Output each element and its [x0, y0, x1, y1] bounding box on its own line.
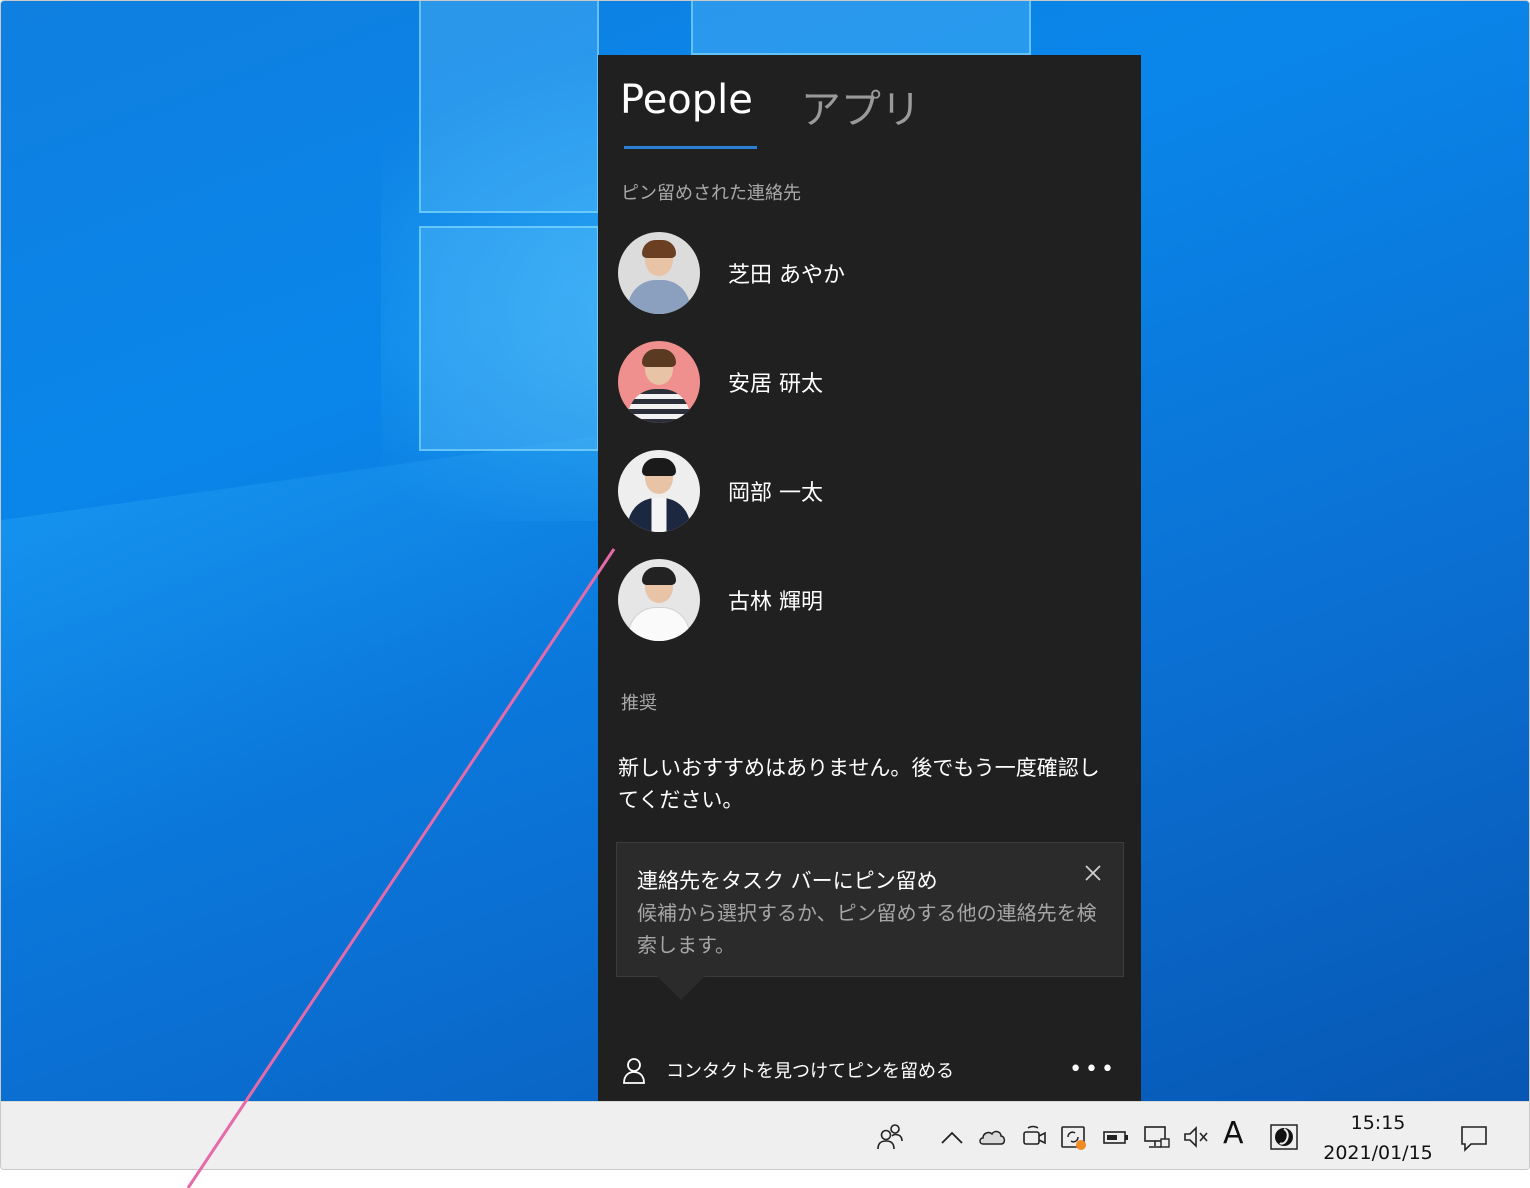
tip-body: 候補から選択するか、ピン留めする他の連絡先を検索します。: [637, 901, 1097, 957]
night-light-icon[interactable]: [1269, 1122, 1299, 1152]
tab-people[interactable]: People: [620, 77, 757, 149]
tab-apps[interactable]: アプリ: [801, 77, 921, 145]
close-icon[interactable]: [1081, 861, 1105, 885]
person-icon: [622, 1056, 646, 1084]
avatar: [618, 341, 700, 423]
recommended-heading: 推奨: [621, 693, 657, 714]
contact-item[interactable]: 安居 研太: [618, 340, 1118, 424]
contact-item[interactable]: 芝田 あやか: [618, 231, 1118, 315]
recommended-empty-message: 新しいおすすめはありません。後でもう一度確認してください。: [618, 756, 1100, 812]
avatar: [618, 232, 700, 314]
wallpaper-window-pane: [419, 1, 599, 213]
action-center-icon[interactable]: [1459, 1122, 1489, 1152]
screen: People アプリ ピン留めされた連絡先 芝田 あやか 安居 研太 岡部 一太…: [0, 0, 1530, 1170]
onedrive-cloud-icon[interactable]: [977, 1122, 1007, 1152]
contact-name: 芝田 あやか: [728, 263, 845, 288]
taskbar: A 15:15 2021/01/15: [1, 1101, 1529, 1169]
pin-contacts-teaching-tip: 連絡先をタスク バーにピン留め 候補から選択するか、ピン留めする他の連絡先を検索…: [616, 842, 1124, 1000]
contact-name: 安居 研太: [728, 372, 823, 397]
sync-alert-icon[interactable]: [1059, 1122, 1089, 1152]
wallpaper-window-pane: [419, 226, 599, 451]
contact-name: 岡部 一太: [728, 481, 823, 506]
clock-date: 2021/01/15: [1323, 1142, 1433, 1164]
find-and-pin-contacts-link[interactable]: コンタクトを見つけてピンを留める: [666, 1057, 954, 1083]
people-icon[interactable]: [875, 1122, 905, 1152]
avatar: [618, 559, 700, 641]
meet-now-icon[interactable]: [1019, 1122, 1049, 1152]
contact-item[interactable]: 岡部 一太: [618, 449, 1118, 533]
wallpaper-window-pane: [691, 1, 1031, 55]
clock-time: 15:15: [1350, 1112, 1406, 1134]
find-contacts-bar: コンタクトを見つけてピンを留める •••: [598, 1045, 1141, 1095]
avatar: [618, 450, 700, 532]
chevron-up-icon[interactable]: [937, 1122, 967, 1152]
contact-item[interactable]: 古林 輝明: [618, 558, 1118, 642]
more-options-button[interactable]: •••: [1069, 1057, 1117, 1082]
battery-icon[interactable]: [1101, 1122, 1131, 1152]
tip-title: 連絡先をタスク バーにピン留め: [637, 869, 938, 893]
taskbar-clock[interactable]: 15:15 2021/01/15: [1319, 1110, 1437, 1169]
flyout-tabs: People アプリ: [620, 77, 921, 149]
people-flyout: People アプリ ピン留めされた連絡先 芝田 あやか 安居 研太 岡部 一太…: [598, 55, 1141, 1101]
contact-name: 古林 輝明: [728, 590, 823, 615]
pinned-contacts-heading: ピン留めされた連絡先: [621, 183, 801, 204]
volume-muted-icon[interactable]: [1181, 1122, 1211, 1152]
network-icon[interactable]: [1141, 1122, 1171, 1152]
ime-icon[interactable]: A: [1223, 1116, 1244, 1151]
